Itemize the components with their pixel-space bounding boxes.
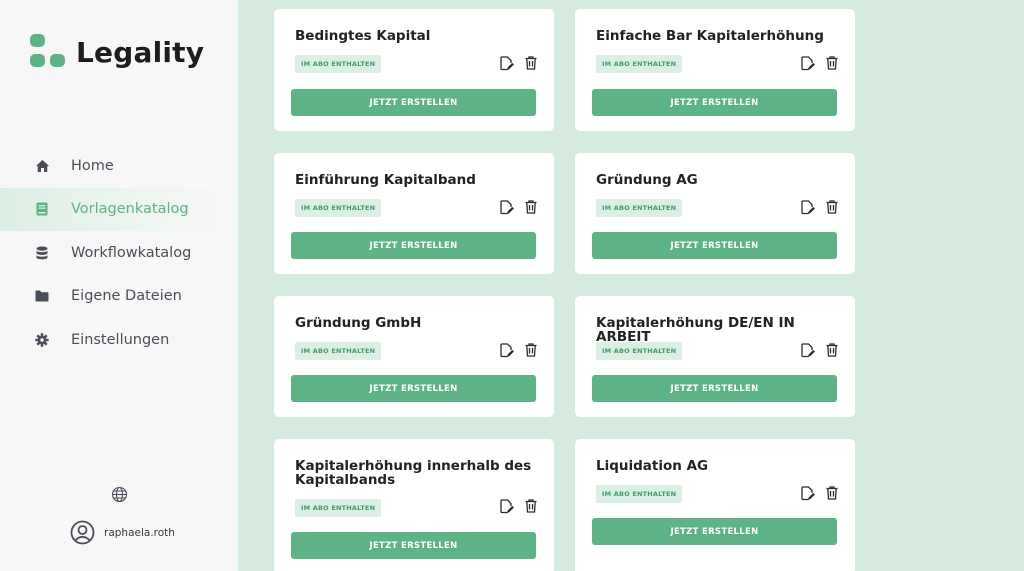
template-card: Gründung GmbH IM ABO ENTHALTEN JETZT ERS… <box>274 296 554 417</box>
sidebar-item-label: Home <box>71 157 114 174</box>
user-profile[interactable]: raphaela.roth <box>70 520 175 545</box>
sidebar: Legality Home Vorlagenkatalog Workflowka… <box>0 0 238 571</box>
create-button[interactable]: JETZT ERSTELLEN <box>592 375 837 402</box>
template-title: Kapitalerhöhung DE/EN IN ARBEIT <box>596 315 795 345</box>
template-title: Gründung AG <box>596 172 698 188</box>
sidebar-item-home[interactable]: Home <box>0 144 238 188</box>
template-title: Bedingtes Kapital <box>295 28 431 44</box>
create-button[interactable]: JETZT ERSTELLEN <box>592 89 837 116</box>
delete-icon[interactable] <box>824 55 840 71</box>
edit-icon[interactable] <box>800 342 816 358</box>
sidebar-item-vorlagenkatalog[interactable]: Vorlagenkatalog <box>0 187 238 231</box>
template-title: Einfache Bar Kapitalerhöhung <box>596 28 824 44</box>
sidebar-item-label: Einstellungen <box>71 331 170 348</box>
username: raphaela.roth <box>104 526 175 539</box>
edit-icon[interactable] <box>499 342 515 358</box>
template-title: Kapitalerhöhung innerhalb des Kapitalban… <box>295 458 532 488</box>
create-button[interactable]: JETZT ERSTELLEN <box>291 532 536 559</box>
edit-icon[interactable] <box>800 55 816 71</box>
create-button[interactable]: JETZT ERSTELLEN <box>291 89 536 116</box>
database-icon <box>34 245 50 261</box>
template-card: Kapitalerhöhung innerhalb des Kapitalban… <box>274 439 554 571</box>
template-card: Liquidation AG IM ABO ENTHALTEN JETZT ER… <box>575 439 855 571</box>
edit-icon[interactable] <box>800 199 816 215</box>
status-badge: IM ABO ENTHALTEN <box>596 199 683 217</box>
book-icon <box>34 201 50 217</box>
delete-icon[interactable] <box>523 199 539 215</box>
create-button[interactable]: JETZT ERSTELLEN <box>592 232 837 259</box>
status-badge: IM ABO ENTHALTEN <box>596 485 683 503</box>
status-badge: IM ABO ENTHALTEN <box>295 55 382 73</box>
template-card: Einfache Bar Kapitalerhöhung IM ABO ENTH… <box>575 9 855 131</box>
status-badge: IM ABO ENTHALTEN <box>295 499 382 517</box>
gear-icon <box>34 332 50 348</box>
sidebar-nav: Home Vorlagenkatalog Workflowkatalog Eig… <box>0 144 238 362</box>
create-button[interactable]: JETZT ERSTELLEN <box>592 518 837 545</box>
delete-icon[interactable] <box>523 498 539 514</box>
logo-mark-icon <box>30 34 68 70</box>
status-badge: IM ABO ENTHALTEN <box>295 342 382 360</box>
sidebar-item-label: Workflowkatalog <box>71 244 192 261</box>
template-card: Einführung Kapitalband IM ABO ENTHALTEN … <box>274 153 554 274</box>
sidebar-item-label: Eigene Dateien <box>71 288 182 305</box>
template-card: Gründung AG IM ABO ENTHALTEN JETZT ERSTE… <box>575 153 855 274</box>
globe-icon[interactable] <box>111 486 128 503</box>
template-title: Liquidation AG <box>596 458 709 474</box>
create-button[interactable]: JETZT ERSTELLEN <box>291 375 536 402</box>
sidebar-item-einstellungen[interactable]: Einstellungen <box>0 318 238 362</box>
edit-icon[interactable] <box>499 199 515 215</box>
delete-icon[interactable] <box>824 199 840 215</box>
folder-icon <box>34 288 50 304</box>
brand-name: Legality <box>76 35 205 69</box>
logo[interactable]: Legality <box>30 34 204 70</box>
delete-icon[interactable] <box>824 485 840 501</box>
status-badge: IM ABO ENTHALTEN <box>295 199 382 217</box>
edit-icon[interactable] <box>800 485 816 501</box>
template-title: Einführung Kapitalband <box>295 172 476 188</box>
template-card: Kapitalerhöhung DE/EN IN ARBEIT IM ABO E… <box>575 296 855 417</box>
edit-icon[interactable] <box>499 498 515 514</box>
sidebar-item-eigene-dateien[interactable]: Eigene Dateien <box>0 275 238 319</box>
edit-icon[interactable] <box>499 55 515 71</box>
template-card: Bedingtes Kapital IM ABO ENTHALTEN JETZT… <box>274 9 554 131</box>
sidebar-item-label: Vorlagenkatalog <box>71 201 189 218</box>
status-badge: IM ABO ENTHALTEN <box>596 55 683 73</box>
sidebar-item-workflowkatalog[interactable]: Workflowkatalog <box>0 231 238 275</box>
create-button[interactable]: JETZT ERSTELLEN <box>291 232 536 259</box>
delete-icon[interactable] <box>523 55 539 71</box>
delete-icon[interactable] <box>824 342 840 358</box>
status-badge: IM ABO ENTHALTEN <box>596 342 683 360</box>
home-icon <box>34 158 50 174</box>
template-title: Gründung GmbH <box>295 315 422 331</box>
delete-icon[interactable] <box>523 342 539 358</box>
avatar-icon <box>70 520 95 545</box>
